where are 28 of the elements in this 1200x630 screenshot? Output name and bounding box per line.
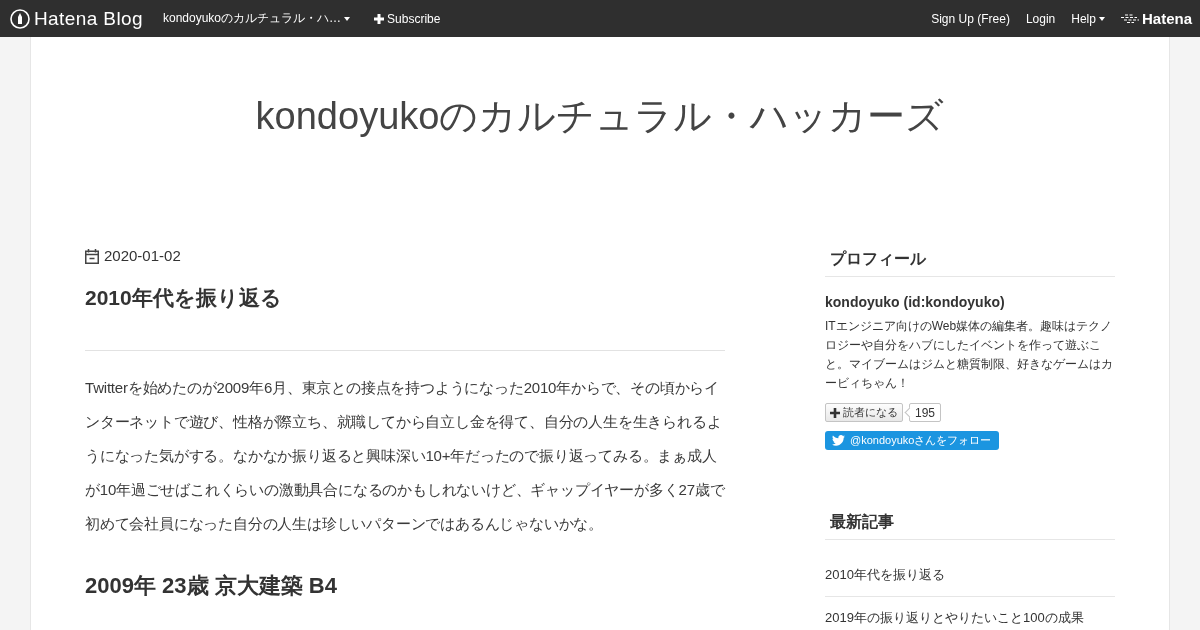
article-body: Twitterを始めたのが2009年6月、東京との接点を持つようになった2010年からで、その頃からインターネットで遊び、性格が際立ち、就職してから自立し金を得て、自分の人生を生きられるようになった気がする。なかなか振り返ると興味深い10+年だったので振り返ってみる。まぁ成人が10年過ごせばこれくらいの激動具合になるのかもしれないけど、ギャップイヤーが多く27歳で初めて会社員になった自分の人生は珍しいパターンではあるんじゃないかな。 <box>85 378 725 534</box>
blog-menu[interactable]: kondoyukoのカルチュラル・ハ… <box>163 10 351 27</box>
bird-icon <box>832 435 845 446</box>
recent-article-link[interactable]: 2019年の振り返りとやりたいこと100の成果 <box>825 610 1084 625</box>
module-heading: プロフィール <box>825 247 1115 277</box>
section-heading: 2009年 23歳 京大建築 B4 <box>85 572 338 600</box>
article-date[interactable]: 2020-01-02 <box>104 246 181 266</box>
stripes-icon <box>1120 13 1139 24</box>
caret-icon <box>344 16 351 21</box>
plus-icon <box>374 13 385 24</box>
article-title[interactable]: 2010年代を振り返る <box>85 283 725 313</box>
profile-bio: ITエンジニア向けのWeb媒体の編集者。趣味はテクノロジーや自分をハブにしたイベントを作って遊ぶこと。マイブームはジムと糖質制限、好きなゲームはカービィちゃん！ <box>825 318 1114 392</box>
top-link[interactable]: Sign Up (Free) <box>931 11 1010 26</box>
top-link[interactable]: Login <box>1025 11 1056 26</box>
pen-circle-icon <box>10 8 30 29</box>
recent-article-link[interactable]: 2010年代を振り返る <box>825 567 945 582</box>
hatena-blog-logo[interactable]: Hatena Blog <box>10 7 143 30</box>
caret-icon <box>1098 16 1105 21</box>
subscribe-link[interactable]: Subscribe <box>374 11 441 26</box>
profile-name[interactable]: kondoyuko (id:kondoyuko) <box>825 292 1115 312</box>
subscribe-reader-button[interactable]: 読者になる <box>825 403 903 422</box>
module-heading: 最新記事 <box>825 510 1115 540</box>
blog-title[interactable]: kondoyukoのカルチュラル・ハッカーズ <box>85 37 1115 139</box>
help-menu[interactable]: Help <box>1071 11 1105 26</box>
reader-count: 195 <box>905 403 942 422</box>
hatena-logo[interactable]: Hatena <box>1120 10 1192 27</box>
calendar-icon <box>85 248 99 264</box>
plus-icon <box>830 407 840 418</box>
